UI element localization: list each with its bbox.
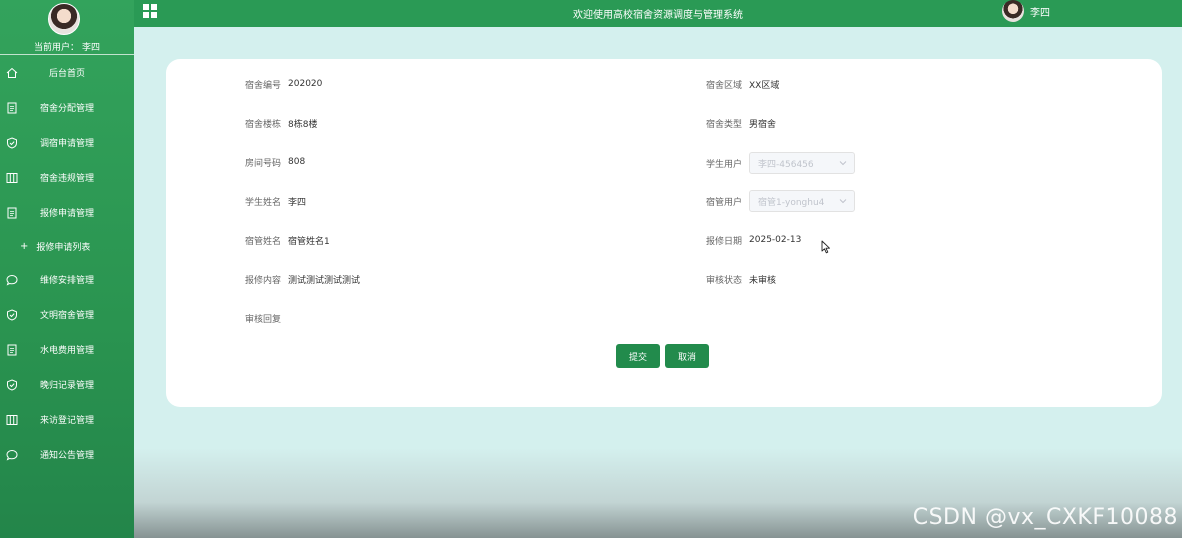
sidebar-item-notice[interactable]: 通知公告管理 xyxy=(0,437,134,472)
sidebar-item-home[interactable]: 后台首页 xyxy=(0,55,134,90)
cancel-button[interactable]: 取消 xyxy=(665,344,709,368)
sidebar-item-label: 调宿申请管理 xyxy=(39,139,94,149)
shield-check-icon xyxy=(7,378,17,391)
submit-button[interactable]: 提交 xyxy=(616,344,660,368)
select-value: 宿管1-yonghu4 xyxy=(758,197,825,208)
select-value: 李四-456456 xyxy=(758,159,814,170)
sidebar-user-block: 当前用户： 李四 xyxy=(0,0,134,55)
sidebar-item-label: 水电费用管理 xyxy=(39,346,94,356)
sidebar-subitem-repair-list[interactable]: + 报修申请列表 xyxy=(0,230,134,262)
field-dorm-building: 宿舍楼栋 8栋8楼 xyxy=(245,114,317,132)
shield-check-icon xyxy=(7,308,17,321)
shield-check-icon xyxy=(7,136,17,149)
field-label: 宿舍类型 xyxy=(706,119,743,130)
header-username: 李四 xyxy=(1030,7,1050,19)
avatar[interactable] xyxy=(1002,0,1024,22)
columns-icon xyxy=(6,172,18,183)
header-user[interactable]: 李四 xyxy=(1002,0,1050,22)
field-value: 宿管姓名1 xyxy=(288,236,330,247)
field-label: 宿管姓名 xyxy=(245,236,282,247)
field-manager-name: 宿管姓名 宿管姓名1 xyxy=(245,231,330,249)
document-icon xyxy=(7,102,17,113)
field-audit-status: 审核状态 未审核 xyxy=(706,270,776,288)
field-value: 808 xyxy=(288,157,306,167)
field-room-no: 房间号码 808 xyxy=(245,153,305,171)
sidebar-item-label: 报修申请管理 xyxy=(39,209,94,219)
sidebar-item-late-return[interactable]: 晚归记录管理 xyxy=(0,367,134,402)
sidebar-item-label: 维修安排管理 xyxy=(39,276,94,286)
field-value: 未审核 xyxy=(749,275,777,286)
manager-user-select[interactable]: 宿管1-yonghu4 xyxy=(749,190,856,212)
sidebar-item-dorm-change[interactable]: 调宿申请管理 xyxy=(0,125,134,160)
field-repair-date: 报修日期 2025-02-13 xyxy=(706,231,801,249)
field-value: 8栋8楼 xyxy=(288,119,318,130)
field-audit-reply: 审核回复 xyxy=(245,309,288,327)
field-value: 李四 xyxy=(288,197,307,208)
field-label: 学生姓名 xyxy=(245,197,282,208)
field-student-name: 学生姓名 李四 xyxy=(245,192,306,210)
sidebar-item-label: 后台首页 xyxy=(48,69,85,79)
current-user-label: 当前用户： xyxy=(34,43,80,53)
sidebar-item-utility-fee[interactable]: 水电费用管理 xyxy=(0,332,134,367)
field-dorm-area: 宿舍区域 XX区域 xyxy=(706,75,779,93)
student-user-select[interactable]: 李四-456456 xyxy=(749,152,856,174)
header: 欢迎使用高校宿舍资源调度与管理系统 李四 xyxy=(134,0,1182,27)
field-label: 房间号码 xyxy=(245,158,282,169)
field-label: 审核状态 xyxy=(706,275,743,286)
sidebar-item-label: 通知公告管理 xyxy=(39,451,94,461)
current-user: 当前用户： 李四 xyxy=(0,40,134,53)
field-dorm-type: 宿舍类型 男宿舍 xyxy=(706,114,776,132)
field-student-user: 学生用户 李四-456456 xyxy=(706,151,856,175)
field-value: 202020 xyxy=(288,79,323,89)
sidebar-item-repair[interactable]: 报修申请管理 xyxy=(0,195,134,230)
field-label: 学生用户 xyxy=(706,159,743,170)
document-icon xyxy=(7,207,17,218)
sidebar-item-dorm-allocation[interactable]: 宿舍分配管理 xyxy=(0,90,134,125)
field-label: 审核回复 xyxy=(245,314,282,325)
chat-icon xyxy=(6,274,18,285)
field-manager-user: 宿管用户 宿管1-yonghu4 xyxy=(706,189,856,213)
field-dorm-no: 宿舍编号 202020 xyxy=(245,75,322,93)
field-label: 宿舍区域 xyxy=(706,80,743,91)
chevron-down-icon xyxy=(839,199,847,204)
plus-icon: + xyxy=(20,240,29,252)
sidebar-item-violation[interactable]: 宿舍违规管理 xyxy=(0,160,134,195)
watermark: CSDN @vx_CXKF10088 xyxy=(912,505,1178,530)
mouse-cursor-icon xyxy=(821,240,830,254)
home-icon xyxy=(6,67,18,78)
sidebar-item-label: 文明宿舍管理 xyxy=(39,311,94,321)
field-label: 宿舍编号 xyxy=(245,80,282,91)
field-label: 报修日期 xyxy=(706,236,743,247)
sidebar-item-label: 晚归记录管理 xyxy=(39,381,94,391)
sidebar-item-label: 来访登记管理 xyxy=(39,416,94,426)
field-value: 男宿舍 xyxy=(749,119,777,130)
field-value: 2025-02-13 xyxy=(749,235,802,245)
sidebar-item-maintenance[interactable]: 维修安排管理 xyxy=(0,262,134,297)
sidebar-item-label: 宿舍违规管理 xyxy=(39,174,94,184)
chevron-down-icon xyxy=(839,161,847,166)
sidebar-subitem-label: 报修申请列表 xyxy=(36,242,91,253)
chat-icon xyxy=(6,449,18,460)
avatar[interactable] xyxy=(48,3,80,35)
sidebar: 当前用户： 李四 后台首页 宿舍分配管理 调宿申请管理 宿舍违规管理 报修申请管… xyxy=(0,0,134,538)
field-repair-content: 报修内容 测试测试测试测试 xyxy=(245,270,360,288)
field-label: 宿管用户 xyxy=(706,197,743,208)
sidebar-item-visitor[interactable]: 来访登记管理 xyxy=(0,402,134,437)
field-label: 报修内容 xyxy=(245,275,282,286)
field-value: XX区域 xyxy=(749,80,780,91)
field-label: 宿舍楼栋 xyxy=(245,119,282,130)
sidebar-item-label: 宿舍分配管理 xyxy=(39,104,94,114)
field-value: 测试测试测试测试 xyxy=(288,275,361,286)
form-card: 宿舍编号 202020 宿舍区域 XX区域 宿舍楼栋 8栋8楼 宿舍类型 男宿舍… xyxy=(166,59,1162,407)
sidebar-item-civilized-dorm[interactable]: 文明宿舍管理 xyxy=(0,297,134,332)
columns-icon xyxy=(6,414,18,425)
current-user-name: 李四 xyxy=(81,43,100,53)
document-icon xyxy=(7,344,17,355)
